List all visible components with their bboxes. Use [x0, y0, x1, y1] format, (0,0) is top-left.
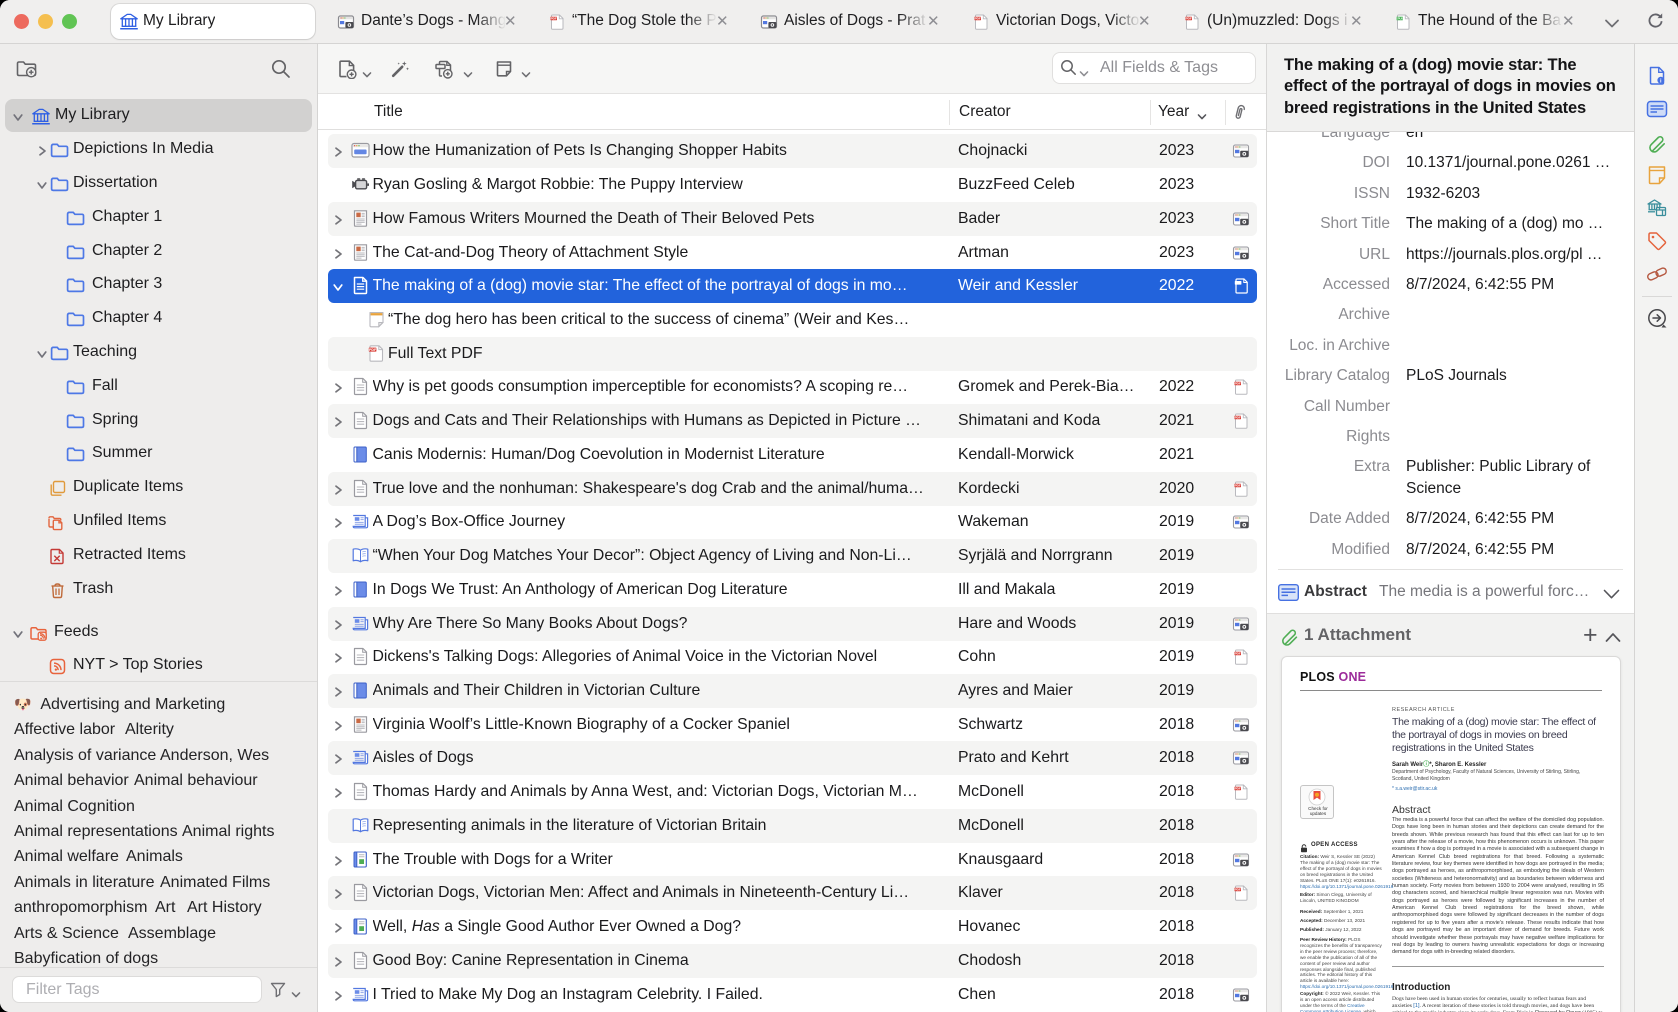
svg-text:PDF: PDF: [1235, 416, 1241, 420]
svg-text:PDF: PDF: [1235, 483, 1241, 487]
svg-text:PDF: PDF: [1235, 652, 1241, 656]
svg-text:PDF: PDF: [1186, 17, 1192, 21]
svg-text:PDF: PDF: [1235, 787, 1241, 791]
svg-text:PDF: PDF: [975, 17, 981, 21]
svg-text:PDF: PDF: [1235, 382, 1241, 386]
svg-text:EPUB: EPUB: [1396, 17, 1404, 21]
svg-text:PDF: PDF: [369, 348, 377, 352]
svg-text:PDF: PDF: [1235, 888, 1241, 892]
svg-text:PDF: PDF: [551, 17, 557, 21]
